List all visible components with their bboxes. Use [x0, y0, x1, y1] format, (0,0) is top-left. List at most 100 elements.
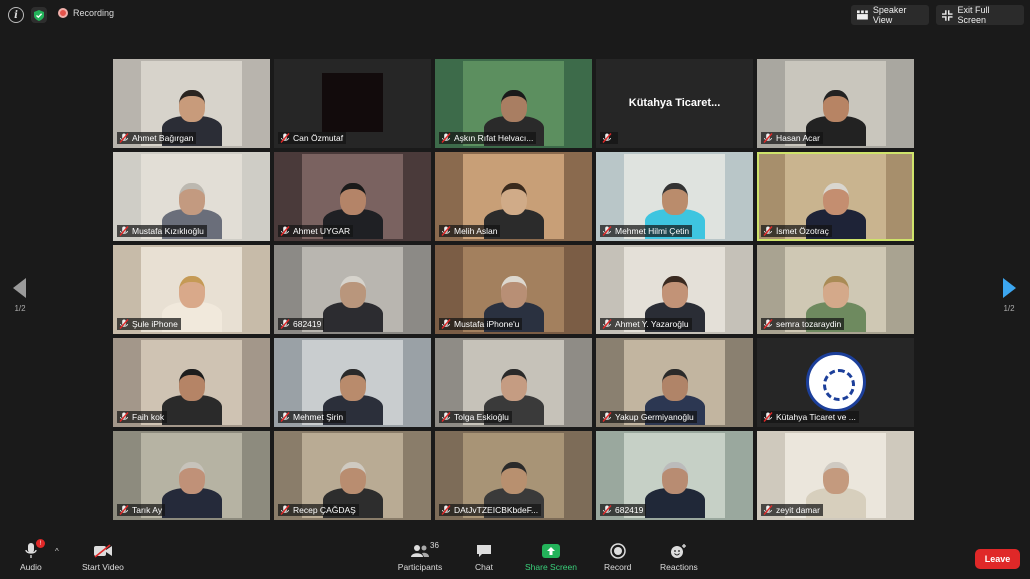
participant-head [500, 369, 527, 401]
participant-name-bar: Ahmet UYGAR [278, 225, 354, 237]
participant-name-bar: Tolga Eskioğlu [439, 411, 512, 423]
muted-mic-icon [280, 226, 290, 236]
participant-name-bar: 682419 [600, 504, 647, 516]
security-shield-icon[interactable] [31, 7, 47, 23]
muted-mic-icon [763, 505, 773, 515]
participant-head [500, 183, 527, 215]
participant-tile[interactable]: Can Özmutaf [274, 59, 431, 148]
participant-name-bar: DAtJvTZEICBKbdeF... [439, 504, 542, 516]
participant-center-name: Kütahya Ticaret... [628, 97, 721, 109]
participant-name-bar: Yakup Germiyanoğlu [600, 411, 697, 423]
participant-tile[interactable]: Mehmet Şirin [274, 338, 431, 427]
video-off-icon [93, 544, 112, 558]
participant-tile[interactable]: semra tozaraydin [757, 245, 914, 334]
participant-tile[interactable]: 682419 [274, 245, 431, 334]
participant-tile[interactable]: Kütahya Ticaret ve ... [757, 338, 914, 427]
participant-name: Kütahya Ticaret ve ... [776, 412, 856, 422]
arrow-left-icon [13, 278, 26, 298]
participants-button[interactable]: 36 Participants [397, 540, 443, 572]
participant-name: 682419 [293, 319, 322, 329]
participant-tile[interactable]: Melih Aslan [435, 152, 592, 241]
participant-tile[interactable]: Şule iPhone [113, 245, 270, 334]
participant-name-bar: Tarık Ay [117, 504, 166, 516]
participant-tile[interactable]: Yakup Germiyanoğlu [596, 338, 753, 427]
participant-name-bar: Kütahya Ticaret ve ... [761, 411, 859, 423]
participant-tile[interactable]: Mustafa Kızıklıoğlu [113, 152, 270, 241]
recording-dot-icon [58, 8, 68, 18]
participant-tile[interactable]: Kütahya Ticaret... [596, 59, 753, 148]
start-video-button[interactable]: Start Video [82, 540, 124, 572]
participant-name: Ahmet Bağırgan [132, 133, 194, 143]
participant-head [661, 369, 688, 401]
participant-tile[interactable]: 682419 [596, 431, 753, 520]
audio-button[interactable]: ! Audio [20, 539, 45, 572]
participant-name: Tarık Ay [132, 505, 163, 515]
participant-name-bar: İsmet Özotraç [761, 225, 832, 237]
share-screen-button[interactable]: Share Screen [525, 540, 577, 572]
exit-full-screen-label: Exit Full Screen [957, 5, 990, 25]
participant-tile[interactable]: Recep ÇAĞDAŞ [274, 431, 431, 520]
previous-page-button[interactable]: 1/2 [12, 278, 28, 313]
chat-label: Chat [475, 562, 493, 572]
participant-tile[interactable]: Tarık Ay [113, 431, 270, 520]
participant-name: Mehmet Hilmi Çetin [615, 226, 690, 236]
video-feed [321, 73, 384, 132]
info-icon[interactable]: i [8, 7, 24, 23]
participant-head [822, 462, 849, 494]
participant-tile[interactable]: Hasan Acar [757, 59, 914, 148]
participant-tile[interactable]: Mustafa iPhone'u [435, 245, 592, 334]
participant-head [500, 90, 527, 122]
muted-mic-icon [602, 319, 612, 329]
record-button[interactable]: Record [604, 540, 631, 572]
speaker-view-button[interactable]: Speaker View [851, 5, 929, 25]
muted-mic-icon [441, 226, 451, 236]
muted-mic-icon [280, 319, 290, 329]
participant-name: Faih kok [132, 412, 165, 422]
participant-head [500, 276, 527, 308]
muted-mic-icon [602, 133, 612, 143]
muted-mic-icon [763, 412, 773, 422]
muted-mic-icon [119, 226, 129, 236]
record-icon [609, 543, 626, 559]
participant-tile[interactable]: Tolga Eskioğlu [435, 338, 592, 427]
participant-name: Mustafa Kızıklıoğlu [132, 226, 204, 236]
participant-name: Melih Aslan [454, 226, 498, 236]
participant-tile[interactable]: Aşkın Rıfat Helvacı... [435, 59, 592, 148]
recording-indicator[interactable]: Recording [58, 8, 114, 18]
muted-mic-icon [280, 505, 290, 515]
participant-tile[interactable]: Ahmet Y. Yazaroğlu [596, 245, 753, 334]
audio-options-caret-icon[interactable]: ^ [55, 547, 59, 556]
participant-tile[interactable]: Ahmet Bağırgan [113, 59, 270, 148]
leave-button[interactable]: Leave [975, 549, 1020, 569]
participant-name: Mehmet Şirin [293, 412, 344, 422]
muted-mic-icon [280, 133, 290, 143]
reactions-button[interactable]: Reactions [660, 540, 698, 572]
meeting-toolbar: ! Audio Start Video 36 Participants Chat [0, 536, 1030, 579]
reactions-icon [671, 544, 687, 558]
participant-head [339, 183, 366, 215]
participant-tile[interactable]: Faih kok [113, 338, 270, 427]
participant-tile[interactable]: Ahmet UYGAR [274, 152, 431, 241]
participant-head [822, 276, 849, 308]
participant-tile[interactable]: zeyit damar [757, 431, 914, 520]
muted-mic-icon [441, 319, 451, 329]
participant-head [339, 462, 366, 494]
participant-name-bar: Şule iPhone [117, 318, 181, 330]
participant-tile[interactable]: İsmet Özotraç [757, 152, 914, 241]
exit-full-screen-button[interactable]: Exit Full Screen [936, 5, 1024, 25]
participant-tile[interactable]: DAtJvTZEICBKbdeF... [435, 431, 592, 520]
participant-head [822, 183, 849, 215]
participant-name: Can Özmutaf [293, 133, 344, 143]
participant-name: İsmet Özotraç [776, 226, 829, 236]
start-video-label: Start Video [82, 562, 124, 572]
next-page-button[interactable]: 1/2 [1001, 278, 1017, 313]
muted-mic-icon [763, 226, 773, 236]
audio-label: Audio [20, 562, 42, 572]
speaker-view-icon [857, 10, 868, 20]
participant-tile[interactable]: Mehmet Hilmi Çetin [596, 152, 753, 241]
participant-name: semra tozaraydin [776, 319, 842, 329]
chat-button[interactable]: Chat [475, 540, 493, 572]
speaker-view-label: Speaker View [872, 5, 907, 25]
participant-name-bar: Ahmet Y. Yazaroğlu [600, 318, 692, 330]
muted-mic-icon [602, 226, 612, 236]
